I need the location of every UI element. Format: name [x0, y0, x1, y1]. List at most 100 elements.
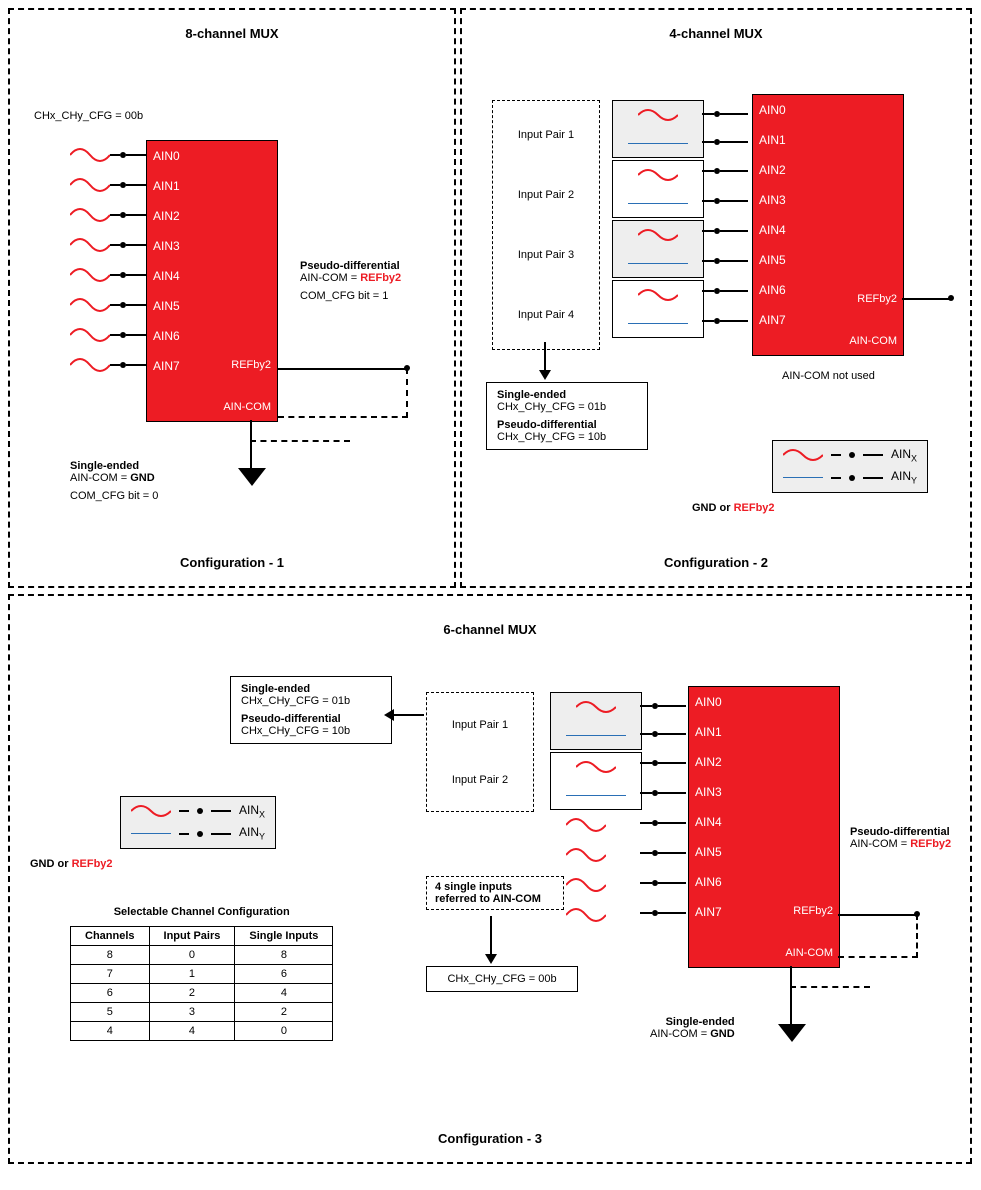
cfg-register-text: CHx_CHy_CFG = 00b: [34, 110, 143, 122]
pin-label: AIN7: [153, 359, 180, 373]
input-pairs-box: Input Pair 1 Input Pair 2: [426, 692, 534, 812]
pair-box: [612, 220, 704, 278]
refby2-label: REFby2: [793, 905, 833, 917]
legend-gnd-ref: GND or REFby2: [692, 502, 775, 514]
panel-config2: 4-channel MUX Input Pair 1 Input Pair 2 …: [460, 8, 972, 588]
cfg-box: Single-ended CHx_CHy_CFG = 01b Pseudo-di…: [230, 676, 392, 744]
box-se: Single-ended: [497, 389, 637, 401]
arrow-line: [490, 916, 492, 956]
box-pd: Pseudo-differential: [497, 419, 637, 431]
pin-label: AIN1: [695, 725, 722, 739]
arrowhead-icon: [539, 370, 551, 380]
pin-label: AIN5: [759, 253, 786, 267]
th: Input Pairs: [149, 927, 235, 946]
arrowhead-icon: [384, 709, 394, 721]
pin-label: AIN2: [695, 755, 722, 769]
wire: [838, 914, 918, 916]
td: 1: [149, 965, 235, 984]
pin-label: AIN0: [695, 695, 722, 709]
se-head: Single-ended: [70, 460, 158, 472]
pin-ain1: [70, 170, 146, 200]
config-label-3: Configuration - 3: [10, 1131, 970, 1146]
se-line2: COM_CFG bit = 0: [70, 490, 158, 502]
pin-label: AIN3: [759, 193, 786, 207]
wire-refby2: [278, 368, 408, 370]
arrowhead-icon: [485, 954, 497, 964]
se-line1b: GND: [710, 1028, 734, 1040]
box-pd-reg: CHx_CHy_CFG = 10b: [241, 725, 381, 737]
td: 5: [71, 1003, 150, 1022]
pseudo-head: Pseudo-differential: [300, 260, 401, 272]
pseudo-line1b: REFby2: [910, 838, 951, 850]
pin-label: AIN6: [695, 875, 722, 889]
td: 8: [235, 946, 333, 965]
channel-table: Channels Input Pairs Single Inputs 808 7…: [70, 926, 333, 1041]
se-line1a: AIN-COM =: [70, 472, 130, 484]
single-reg-box: CHx_CHy_CFG = 00b: [426, 966, 578, 992]
pin-ain7: [70, 350, 146, 380]
title-config1: 8-channel MUX: [26, 26, 438, 41]
td: 6: [235, 965, 333, 984]
pin-label: AIN5: [695, 845, 722, 859]
pair-box: [550, 692, 642, 750]
pin-label: AIN4: [759, 223, 786, 237]
mux-block-3: AIN0 AIN1 AIN2 AIN3 AIN4 AIN5 AIN6 AIN7 …: [688, 686, 840, 968]
se-head: Single-ended: [650, 1016, 735, 1028]
td: 8: [71, 946, 150, 965]
refby2-label: REFby2: [231, 359, 271, 371]
pin-ain5: [70, 290, 146, 320]
refby2-label: REFby2: [857, 293, 897, 305]
td: 4: [149, 1022, 235, 1041]
pseudo-head: Pseudo-differential: [850, 826, 951, 838]
td: 4: [235, 984, 333, 1003]
pair-label: Input Pair 2: [501, 189, 591, 201]
title-config3: 6-channel MUX: [26, 622, 954, 637]
pin-label: AIN5: [153, 299, 180, 313]
pair-box: [612, 100, 704, 158]
legend-box: AINX AINY: [120, 796, 276, 849]
title-config2: 4-channel MUX: [478, 26, 954, 41]
legend-gnd-ref: GND or REFby2: [30, 858, 113, 870]
dash-wire: [838, 956, 918, 958]
pair-label: Input Pair 1: [435, 719, 525, 731]
dash-wire: [406, 368, 408, 418]
mux-block-2: AIN0 AIN1 AIN2 AIN3 AIN4 AIN5 AIN6 AIN7 …: [752, 94, 904, 356]
dash-wire: [278, 416, 408, 418]
pin-label: AIN3: [153, 239, 180, 253]
panel-config3: 6-channel MUX Single-ended CHx_CHy_CFG =…: [8, 594, 972, 1164]
td: 4: [71, 1022, 150, 1041]
pin-ain0: [70, 140, 146, 170]
single-ended-note: Single-ended AIN-COM = GND: [650, 1016, 735, 1040]
th: Single Inputs: [235, 927, 333, 946]
box-pd: Pseudo-differential: [241, 713, 381, 725]
pair-label: Input Pair 1: [501, 129, 591, 141]
dash-wire: [916, 914, 918, 958]
single-reg-text: CHx_CHy_CFG = 00b: [447, 973, 556, 985]
legend-ainx: AINX: [891, 447, 917, 463]
pseudo-line1b: REFby2: [360, 272, 401, 284]
box-se-reg: CHx_CHy_CFG = 01b: [241, 695, 381, 707]
ground-icon: [778, 1024, 806, 1042]
pin-label: AIN6: [153, 329, 180, 343]
pin-label: AIN4: [153, 269, 180, 283]
pin-ain3: [70, 230, 146, 260]
aincom-label: AIN-COM: [785, 947, 833, 959]
wire-aincom: [250, 420, 252, 470]
td: 0: [149, 946, 235, 965]
aincom-label: AIN-COM: [849, 335, 897, 347]
pin-label: AIN1: [153, 179, 180, 193]
input-pairs-box: Input Pair 1 Input Pair 2 Input Pair 3 I…: [492, 100, 600, 350]
config-label-1: Configuration - 1: [10, 555, 454, 570]
pair-box: [612, 160, 704, 218]
pair-box: [612, 280, 704, 338]
wire: [902, 298, 952, 300]
legend-ainx: AINX: [239, 803, 265, 819]
dash-wire: [250, 440, 350, 442]
pin-label: AIN0: [759, 103, 786, 117]
td: 2: [235, 1003, 333, 1022]
single-ended-note: Single-ended AIN-COM = GND COM_CFG bit =…: [70, 460, 158, 502]
wire-aincom: [790, 966, 792, 1026]
arrow-line: [544, 342, 546, 372]
pin-label: AIN6: [759, 283, 786, 297]
td: 3: [149, 1003, 235, 1022]
